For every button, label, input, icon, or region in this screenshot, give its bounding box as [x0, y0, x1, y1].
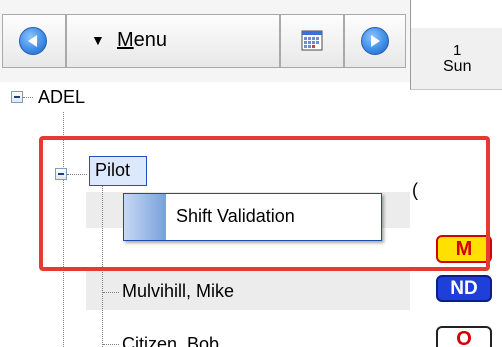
context-menu: Shift Validation [123, 193, 382, 241]
day-column-header[interactable]: 1 Sun [410, 28, 502, 90]
menu-label: Menu [117, 29, 168, 51]
tree-connector [103, 344, 119, 345]
tree-node-person[interactable]: Citizen, Bob [122, 334, 219, 347]
app-window: ▼ Menu 1 Sun ADEL Pilot Mulvihill, Mike … [0, 0, 502, 347]
menu-item-shift-validation[interactable]: Shift Validation [176, 206, 295, 227]
calendar-button[interactable] [280, 14, 344, 68]
day-number: 1 [453, 42, 462, 59]
previous-button[interactable] [2, 14, 66, 68]
tree-connector [63, 112, 64, 347]
tree-connector [102, 186, 103, 347]
arrow-right-circle-icon [361, 27, 389, 55]
caret-down-icon: ▼ [91, 32, 105, 48]
shift-cell-nd[interactable]: ND [436, 275, 492, 302]
tree-connector [67, 174, 87, 175]
collapse-toggle-icon[interactable] [55, 168, 67, 180]
tree-connector [23, 97, 33, 98]
cell-partial: ( [412, 180, 418, 200]
collapse-toggle-icon[interactable] [11, 91, 23, 103]
shift-cell-m[interactable]: M [436, 235, 492, 263]
tree-node-pilot[interactable]: Pilot [95, 160, 130, 181]
arrow-left-circle-icon [19, 27, 47, 55]
tree-connector [103, 292, 119, 293]
toolbar: ▼ Menu [0, 0, 410, 82]
calendar-icon [301, 30, 323, 51]
menu-icon-gutter [124, 194, 166, 240]
day-name: Sun [443, 58, 472, 75]
menu-button[interactable]: ▼ Menu [66, 14, 280, 68]
shift-cell-o[interactable]: O [436, 326, 492, 347]
next-button[interactable] [344, 14, 406, 68]
tree-node-adel[interactable]: ADEL [38, 87, 85, 108]
tree-node-person[interactable]: Mulvihill, Mike [122, 281, 234, 302]
